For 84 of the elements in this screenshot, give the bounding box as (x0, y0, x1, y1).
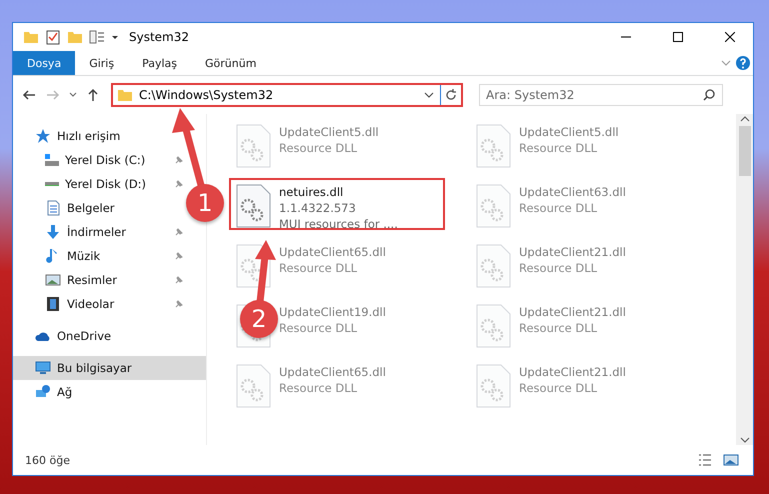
caret-icon (111, 33, 119, 41)
folder-icon (23, 29, 39, 45)
file-gears-icon (235, 364, 271, 408)
arrow (254, 240, 276, 302)
checklist-icon (45, 29, 61, 45)
drive-icon (45, 181, 59, 187)
sidebar-item[interactable]: Yerel Disk (C:) (45, 148, 150, 172)
document-icon (45, 200, 61, 216)
file-gears-icon (475, 304, 511, 348)
file-name: UpdateClient65.dll (279, 244, 386, 260)
sidebar-item[interactable]: Müzik (45, 244, 104, 268)
sidebar-item[interactable]: Videolar (45, 292, 118, 316)
file-detail: Resource DLL (519, 140, 598, 156)
item-count: 160 öğe (25, 454, 71, 466)
file-gears-icon (475, 184, 511, 228)
download-arrow-icon (45, 224, 61, 240)
scroll-thumb[interactable] (738, 126, 750, 176)
address-field[interactable]: C:\Windows\System32 (111, 83, 463, 107)
file-gears-icon (475, 124, 511, 168)
file-detail: MUI resources for .... (279, 216, 398, 232)
properties-icon (89, 29, 105, 45)
file-gears-icon (475, 364, 511, 408)
pin-icon (174, 299, 184, 309)
file-detail: Resource DLL (279, 380, 358, 396)
search-field[interactable]: Ara: System32 (479, 84, 723, 106)
file-name: UpdateClient21.dll (519, 364, 626, 380)
pin-icon (174, 275, 184, 285)
sidebar-item[interactable]: Hızlı erişim (35, 124, 124, 148)
sidebar-item[interactable]: Belgeler (45, 196, 119, 220)
file-name: UpdateClient5.dll (279, 124, 379, 140)
file-name: UpdateClient21.dll (519, 304, 626, 320)
file-detail: Resource DLL (279, 140, 358, 156)
help-icon (735, 55, 751, 71)
close-icon (725, 32, 735, 42)
file-name: UpdateClient19.dll (279, 304, 386, 320)
file-name: UpdateClient63.dll (519, 184, 626, 200)
window-title: System32 (129, 30, 190, 44)
file-gears-icon (235, 184, 271, 228)
folder-icon (117, 87, 133, 103)
star-icon (35, 128, 51, 144)
search-icon (703, 89, 715, 101)
file-detail: Resource DLL (519, 380, 598, 396)
ribbon-tab[interactable]: Dosya (13, 51, 76, 75)
file-gears-icon (235, 124, 271, 168)
chevron-down-icon (69, 91, 77, 99)
pin-icon (174, 179, 184, 189)
file-name: UpdateClient65.dll (279, 364, 386, 380)
file-gears-icon (475, 244, 511, 288)
sidebar-item[interactable]: OneDrive (35, 324, 116, 348)
pin-icon (174, 155, 184, 165)
scrollbar[interactable] (736, 114, 753, 445)
file-detail: Resource DLL (519, 260, 598, 276)
sidebar-item[interactable]: Ağ (35, 380, 76, 404)
details-view-icon (697, 452, 713, 468)
sidebar-item[interactable]: Yerel Disk (D:) (45, 172, 150, 196)
pin-icon (174, 251, 184, 261)
film-icon (45, 296, 61, 312)
file-detail: Resource DLL (279, 260, 358, 276)
refresh-icon (445, 89, 457, 101)
ribbon-tab[interactable]: Giriş (75, 51, 128, 75)
file-name: netuires.dll (279, 184, 344, 200)
file-detail: Resource DLL (519, 200, 598, 216)
pin-icon (174, 227, 184, 237)
drive-icon (45, 154, 59, 166)
sidebar-item[interactable]: İndirmeler (45, 220, 130, 244)
network-icon (35, 384, 51, 400)
chevron-down-icon (721, 58, 731, 68)
folder-icon (67, 29, 83, 45)
maximize-icon (673, 32, 683, 42)
picture-icon (45, 272, 61, 288)
ribbon-tab[interactable]: Paylaş (128, 51, 191, 75)
chevron-down-icon (740, 435, 750, 445)
ribbon-tab[interactable]: Görünüm (191, 51, 270, 75)
file-detail: Resource DLL (279, 320, 358, 336)
sidebar-item[interactable]: Resimler (45, 268, 121, 292)
file-detail: 1.1.4322.573 (279, 200, 357, 216)
file-name: UpdateClient5.dll (519, 124, 619, 140)
file-detail: Resource DLL (519, 320, 598, 336)
file-name: UpdateClient21.dll (519, 244, 626, 260)
picture-icon (723, 452, 739, 468)
sidebar-item[interactable]: Bu bilgisayar (35, 356, 136, 380)
chevron-up-icon (740, 114, 750, 124)
chevron-down-icon (424, 90, 434, 100)
monitor-icon (35, 360, 51, 376)
